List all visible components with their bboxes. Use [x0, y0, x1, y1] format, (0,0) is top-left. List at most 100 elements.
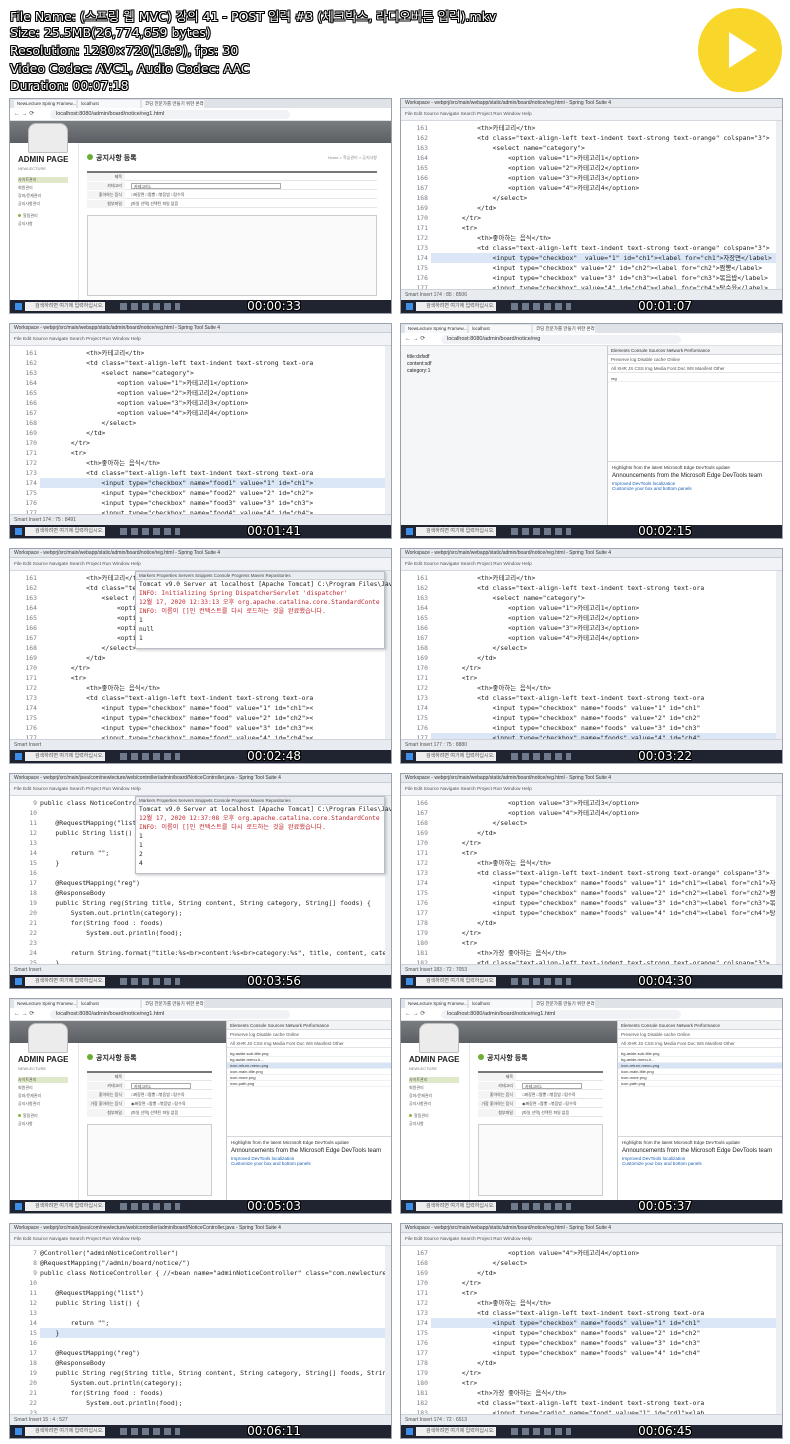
- windows-start-icon[interactable]: [15, 753, 22, 760]
- sidebar-menu-item[interactable]: 알림관리: [18, 1113, 68, 1119]
- url-input[interactable]: localhost:8080/admin/board/notice/reg: [441, 335, 681, 344]
- sidebar-menu-item[interactable]: 회원관리: [409, 1085, 459, 1091]
- sidebar-menu-item[interactable]: 강좌/문제관리: [409, 1093, 459, 1099]
- sidebar-menu-item[interactable]: 사이트관리: [18, 177, 68, 183]
- devtools-toolbar[interactable]: Preserve log Disable cache Online: [618, 1030, 782, 1039]
- taskbar-search-input[interactable]: 검색하려면 여기에 입력하십시오.: [25, 977, 105, 986]
- browser-tab[interactable]: 코딩 전문가를 만들기 위한 온라인...: [142, 1000, 204, 1008]
- devtools-tabs[interactable]: Elements Console Sources Network Perform…: [608, 346, 782, 355]
- browser-tab[interactable]: NewLecture Spring Framew...: [405, 1000, 467, 1008]
- devtools-toolbar[interactable]: Preserve log Disable cache Online: [227, 1030, 391, 1039]
- editor-scrollbar[interactable]: [776, 121, 782, 289]
- content-textarea[interactable]: [87, 215, 377, 296]
- browser-tab[interactable]: 코딩 전문가를 만들기 위한 온라인...: [533, 1000, 595, 1008]
- devtools-tabs[interactable]: Elements Console Sources Network Perform…: [618, 1021, 782, 1030]
- windows-start-icon[interactable]: [406, 978, 413, 985]
- network-request-row[interactable]: reg: [608, 376, 782, 382]
- sidebar-menu-item[interactable]: 사이트관리: [18, 1077, 68, 1083]
- editor-scrollbar[interactable]: [776, 1246, 782, 1414]
- devtools-tabs[interactable]: Elements Console Sources Network Perform…: [227, 1021, 391, 1030]
- ide-menu-bar[interactable]: File Edit Source Navigate Search Project…: [10, 783, 391, 796]
- sidebar-menu-item[interactable]: 강좌/문제관리: [18, 1093, 68, 1099]
- editor-scrollbar[interactable]: [385, 796, 391, 964]
- ide-menu-bar[interactable]: File Edit Source Navigate Search Project…: [10, 333, 391, 346]
- ide-menu-bar[interactable]: File Edit Source Navigate Search Project…: [401, 1233, 782, 1246]
- sidebar-menu-item[interactable]: 공지사항관리: [18, 201, 68, 207]
- browser-tab[interactable]: 코딩 전문가를 만들기 위한 온라인...: [533, 325, 595, 333]
- windows-start-icon[interactable]: [406, 753, 413, 760]
- editor-scrollbar[interactable]: [776, 796, 782, 964]
- ide-menu-bar[interactable]: File Edit Source Navigate Search Project…: [10, 558, 391, 571]
- content-textarea[interactable]: [87, 1124, 212, 1196]
- taskbar-search-input[interactable]: 검색하려면 여기에 입력하십시오.: [416, 527, 496, 536]
- windows-start-icon[interactable]: [406, 303, 413, 310]
- option-group[interactable]: □짜장면 □짬뽕 □볶음밥 □탕수육: [131, 191, 184, 199]
- taskbar-search-input[interactable]: 검색하려면 여기에 입력하십시오.: [25, 752, 105, 761]
- ide-menu-bar[interactable]: File Edit Source Navigate Search Project…: [401, 783, 782, 796]
- devtools-toolbar[interactable]: Preserve log Disable cache Online: [608, 355, 782, 364]
- sidebar-menu-item[interactable]: 사이트관리: [409, 1077, 459, 1083]
- windows-start-icon[interactable]: [406, 1203, 413, 1210]
- windows-start-icon[interactable]: [15, 978, 22, 985]
- windows-start-icon[interactable]: [406, 1428, 413, 1435]
- whats-new-link[interactable]: Customize your box and bottom panels: [231, 1161, 387, 1166]
- taskbar-search-input[interactable]: 검색하려면 여기에 입력하십시오.: [25, 1202, 105, 1211]
- category-select[interactable]: 카테고리1: [522, 1083, 582, 1089]
- option-group[interactable]: □짜장면 □짬뽕 □볶음밥 □탕수육: [131, 1091, 184, 1099]
- taskbar-search-input[interactable]: 검색하려면 여기에 입력하십시오.: [416, 1202, 496, 1211]
- ide-menu-bar[interactable]: File Edit Source Navigate Search Project…: [401, 558, 782, 571]
- browser-tab[interactable]: NewLecture Spring Framew...: [14, 100, 76, 108]
- whats-new-link[interactable]: Customize your box and bottom panels: [612, 486, 778, 491]
- taskbar-search-input[interactable]: 검색하려면 여기에 입력하십시오.: [25, 302, 105, 311]
- file-input[interactable]: [파일 선택] 선택된 파일 없음: [131, 200, 178, 208]
- sidebar-menu-item[interactable]: 알림관리: [18, 213, 68, 219]
- browser-tab[interactable]: localhost: [469, 325, 531, 333]
- content-textarea[interactable]: [478, 1124, 603, 1196]
- windows-start-icon[interactable]: [15, 1428, 22, 1435]
- taskbar-search-input[interactable]: 검색하려면 여기에 입력하십시오.: [25, 1427, 105, 1436]
- browser-tab[interactable]: localhost: [78, 100, 140, 108]
- browser-tab[interactable]: localhost: [78, 1000, 140, 1008]
- code-editor[interactable]: 7 @Controller("adminNoticeController") 8 @R…: [10, 1246, 385, 1414]
- taskbar-search-input[interactable]: 검색하려면 여기에 입력하십시오.: [416, 752, 496, 761]
- category-select[interactable]: 카테고리1: [131, 183, 281, 189]
- code-editor[interactable]: 161 <th>카테고리</th> 162 <td class="text-ali…: [401, 121, 776, 289]
- back-forward-icon[interactable]: ← → ⟳: [14, 110, 34, 117]
- sidebar-menu-item[interactable]: 공지사항: [18, 221, 68, 227]
- windows-start-icon[interactable]: [15, 1203, 22, 1210]
- sidebar-menu-item[interactable]: 회원관리: [18, 1085, 68, 1091]
- browser-tab[interactable]: 코딩 전문가를 만들기 위한 온라인...: [142, 100, 204, 108]
- editor-scrollbar[interactable]: [385, 346, 391, 514]
- file-input[interactable]: [파일 선택] 선택된 파일 없음: [522, 1109, 569, 1117]
- devtools-filter[interactable]: All XHR JS CSS Img Media Font Doc WS Man…: [608, 364, 782, 373]
- back-forward-icon[interactable]: ← → ⟳: [405, 1010, 425, 1017]
- back-forward-icon[interactable]: ← → ⟳: [14, 1010, 34, 1017]
- url-input[interactable]: localhost:8080/admin/board/notice/reg1.h…: [441, 1010, 681, 1019]
- sidebar-menu-item[interactable]: 공지사항관리: [18, 1101, 68, 1107]
- category-select[interactable]: 카테고리1: [131, 1083, 191, 1089]
- url-input[interactable]: localhost:8080/admin/board/notice/reg1.h…: [50, 110, 290, 119]
- back-forward-icon[interactable]: ← → ⟳: [405, 335, 425, 342]
- sidebar-menu-item[interactable]: 공지사항: [18, 1121, 68, 1127]
- option-group[interactable]: ◉짜장면 ○짬뽕 ○볶음밥 ○탕수육: [522, 1100, 577, 1108]
- code-editor[interactable]: 167 <option value="4">카테고리4</option> 168 …: [401, 1246, 776, 1414]
- sidebar-menu-item[interactable]: 강좌/문제관리: [18, 193, 68, 199]
- option-group[interactable]: □짜장면 □짬뽕 □볶음밥 □탕수육: [522, 1091, 575, 1099]
- network-request-row[interactable]: icon-path.png: [227, 1081, 391, 1087]
- editor-scrollbar[interactable]: [776, 571, 782, 739]
- code-editor[interactable]: 161 <th>카테고리</th> 162 <td class="text-ali…: [10, 346, 385, 514]
- ide-menu-bar[interactable]: File Edit Source Navigate Search Project…: [401, 108, 782, 121]
- console-tabs[interactable]: Markers Properties Servers Snippets Cons…: [136, 572, 384, 580]
- taskbar-search-input[interactable]: 검색하려면 여기에 입력하십시오.: [25, 527, 105, 536]
- devtools-filter[interactable]: All XHR JS CSS Img Media Font Doc WS Man…: [618, 1039, 782, 1048]
- windows-start-icon[interactable]: [15, 303, 22, 310]
- taskbar-search-input[interactable]: 검색하려면 여기에 입력하십시오.: [416, 1427, 496, 1436]
- code-editor[interactable]: 161 <th>카테고리</th> 162 <td class="text-ali…: [401, 571, 776, 739]
- browser-tab[interactable]: NewLecture Spring Framew...: [405, 325, 467, 333]
- editor-scrollbar[interactable]: [385, 1246, 391, 1414]
- option-group[interactable]: ◉짜장면 ○짬뽕 ○볶음밥 ○탕수육: [131, 1100, 186, 1108]
- taskbar-search-input[interactable]: 검색하려면 여기에 입력하십시오.: [416, 977, 496, 986]
- url-input[interactable]: localhost:8080/admin/board/notice/reg1.h…: [50, 1010, 290, 1019]
- whats-new-link[interactable]: Customize your box and bottom panels: [622, 1161, 778, 1166]
- windows-start-icon[interactable]: [406, 528, 413, 535]
